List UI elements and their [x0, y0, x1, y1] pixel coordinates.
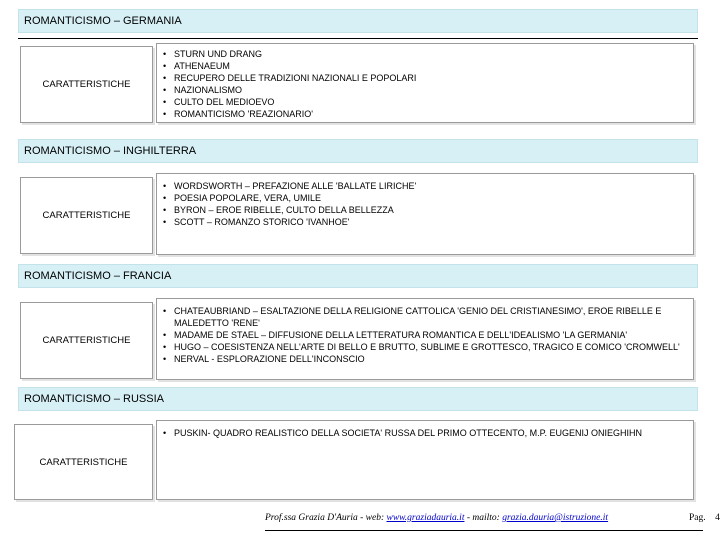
section-title-francia: ROMANTICISMO – FRANCIA	[18, 264, 698, 288]
list-item: SCOTT – ROMANZO STORICO 'IVANHOE'	[157, 216, 693, 228]
label-text: CARATTERISTICHE	[42, 79, 131, 90]
list-item: ROMANTICISMO 'REAZIONARIO'	[157, 108, 693, 120]
section-title-russia: ROMANTICISMO – RUSSIA	[18, 387, 698, 411]
footer-author: Prof.ssa Grazia D'Auria	[265, 513, 358, 523]
list-item: RECUPERO DELLE TRADIZIONI NAZIONALI E PO…	[157, 72, 693, 84]
section-title-germania: ROMANTICISMO – GERMANIA	[18, 9, 698, 33]
list-item: CULTO DEL MEDIOEVO	[157, 96, 693, 108]
bullet-list: CHATEAUBRIAND – ESALTAZIONE DELLA RELIGI…	[157, 305, 689, 365]
section-title-inghilterra: ROMANTICISMO – INGHILTERRA	[18, 139, 698, 163]
list-item: WORDSWORTH – PREFAZIONE ALLE 'BALLATE LI…	[157, 180, 693, 192]
page-label: Pag.	[689, 513, 706, 523]
list-item: POESIA POPOLARE, VERA, UMILE	[157, 192, 693, 204]
page-number: Pag. 4	[689, 513, 720, 523]
content-box-germania: STURN UND DRANG ATHENAEUM RECUPERO DELLE…	[156, 43, 694, 123]
list-item: PUSKIN- QUADRO REALISTICO DELLA SOCIETA'…	[157, 427, 653, 439]
label-box-germania: CARATTERISTICHE	[20, 46, 153, 123]
page-number-value: 4	[715, 513, 720, 523]
footer-separator: -	[357, 513, 366, 523]
label-box-francia: CARATTERISTICHE	[20, 302, 153, 379]
label-text: CARATTERISTICHE	[39, 456, 128, 468]
content-box-inghilterra: WORDSWORTH – PREFAZIONE ALLE 'BALLATE LI…	[156, 173, 694, 255]
list-item: CHATEAUBRIAND – ESALTAZIONE DELLA RELIGI…	[157, 305, 689, 329]
footer-web-label: web:	[365, 513, 387, 523]
content-box-russia: PUSKIN- QUADRO REALISTICO DELLA SOCIETA'…	[156, 420, 694, 500]
list-item: STURN UND DRANG	[157, 48, 693, 60]
bullet-list: PUSKIN- QUADRO REALISTICO DELLA SOCIETA'…	[157, 427, 653, 439]
bullet-list: WORDSWORTH – PREFAZIONE ALLE 'BALLATE LI…	[157, 180, 693, 228]
label-box-russia: CARATTERISTICHE	[14, 424, 153, 500]
label-text: CARATTERISTICHE	[42, 335, 131, 346]
title-underline	[18, 38, 698, 39]
content-box-francia: CHATEAUBRIAND – ESALTAZIONE DELLA RELIGI…	[156, 298, 694, 380]
bullet-list: STURN UND DRANG ATHENAEUM RECUPERO DELLE…	[157, 48, 693, 120]
label-box-inghilterra: CARATTERISTICHE	[20, 177, 153, 254]
list-item: NERVAL - ESPLORAZIONE DELL'INCONSCIO	[157, 353, 689, 365]
list-item: NAZIONALISMO	[157, 84, 693, 96]
list-item: MADAME DE STAEL – DIFFUSIONE DELLA LETTE…	[157, 329, 689, 341]
label-text: CARATTERISTICHE	[42, 210, 131, 221]
website-link[interactable]: www.graziadauria.it	[387, 513, 465, 523]
list-item: BYRON – EROE RIBELLE, CULTO DELLA BELLEZ…	[157, 204, 693, 216]
footer-mail-label: - mailto:	[464, 513, 503, 523]
list-item: ATHENAEUM	[157, 60, 693, 72]
footer: Prof.ssa Grazia D'Auria - web: www.grazi…	[265, 513, 720, 531]
list-item: HUGO – COESISTENZA NELL'ARTE DI BELLO E …	[157, 341, 689, 353]
email-link[interactable]: grazia.dauria@istruzione.it	[502, 513, 608, 523]
